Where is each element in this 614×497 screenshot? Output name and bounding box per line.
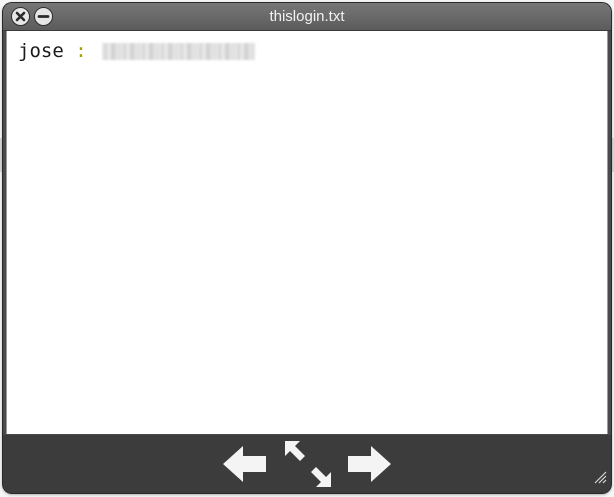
- expand-button[interactable]: [283, 439, 333, 493]
- separator-text: :: [75, 40, 87, 62]
- arrow-left-icon: [223, 446, 266, 482]
- titlebar[interactable]: thislogin.txt: [3, 3, 611, 31]
- window-title: thislogin.txt: [269, 8, 345, 25]
- forward-button[interactable]: [345, 443, 393, 490]
- resize-grip[interactable]: [593, 470, 607, 489]
- redacted-password: [102, 43, 256, 60]
- text-content-area[interactable]: jose :: [6, 31, 608, 434]
- arrow-right-icon: [348, 446, 391, 482]
- bottom-toolbar: [3, 435, 611, 493]
- credential-line: jose :: [18, 40, 256, 62]
- expand-icon: [285, 441, 331, 487]
- back-button[interactable]: [221, 443, 269, 490]
- username-text: jose: [18, 40, 64, 62]
- text-viewer-window: thislogin.txt jose :: [3, 3, 611, 493]
- resize-grip-icon: [594, 471, 607, 484]
